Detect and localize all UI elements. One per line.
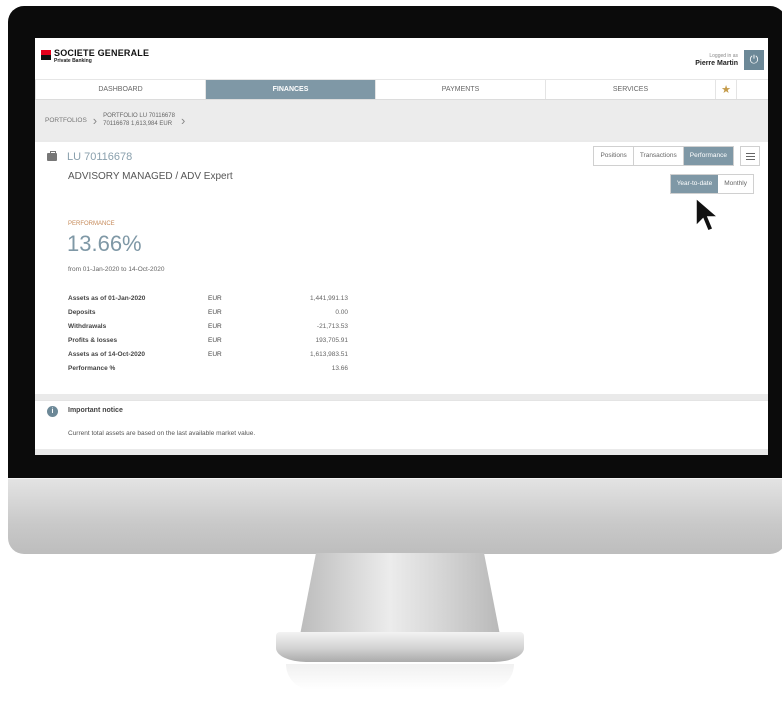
brand-logo[interactable]: SOCIETE GENERALE Private Banking (41, 48, 149, 64)
table-row: Profits & losses EUR 193,705.91 (68, 333, 348, 347)
info-icon: i (47, 406, 58, 417)
breadcrumb-portfolios[interactable]: PORTFOLIOS (45, 117, 87, 124)
row-currency: EUR (208, 308, 222, 316)
performance-value: 13.66% (67, 231, 142, 256)
row-amount: 0.00 (335, 308, 348, 316)
account-header: LU 70116678 (47, 151, 132, 163)
tab-dashboard[interactable]: DASHBOARD (35, 80, 205, 99)
star-icon: ★ (721, 84, 731, 96)
login-label: Logged in as (709, 53, 738, 59)
row-currency: EUR (208, 322, 222, 330)
notice-title: Important notice (68, 407, 123, 414)
row-currency: EUR (208, 336, 222, 344)
brand-logo-mark (41, 50, 51, 60)
login-user: Pierre Martin (695, 60, 738, 67)
chevron-right-icon: › (92, 112, 98, 128)
row-amount: 193,705.91 (315, 336, 348, 344)
hamburger-icon (745, 152, 755, 154)
tab-performance[interactable]: Performance (682, 147, 733, 165)
tab-year-to-date[interactable]: Year-to-date (670, 175, 719, 193)
performance-label: PERFORMANCE (68, 221, 115, 227)
stand-reflection (286, 664, 514, 690)
row-label: Profits & losses (68, 336, 118, 344)
table-row: Performance % 13.66 (68, 361, 348, 375)
brand-name: SOCIETE GENERALE (54, 48, 150, 58)
tab-monthly[interactable]: Monthly (718, 175, 753, 193)
power-icon: ⏻ (749, 54, 759, 66)
performance-card: LU 70116678 ADVISORY MANAGED / ADV Exper… (35, 142, 768, 394)
tab-finances[interactable]: FINANCES (205, 80, 375, 99)
table-row: Withdrawals EUR -21,713.53 (68, 319, 348, 333)
row-label: Withdrawals (68, 322, 107, 330)
important-notice: i Important notice Current total assets … (35, 400, 768, 449)
row-amount: 13.66 (331, 364, 348, 372)
tab-transactions[interactable]: Transactions (632, 147, 683, 165)
row-amount: -21,713.53 (316, 322, 348, 330)
row-label: Deposits (68, 308, 96, 316)
row-label: Assets as of 01-Jan-2020 (68, 294, 146, 302)
row-amount: 1,613,983.51 (310, 350, 348, 358)
monitor-stand-base (276, 632, 524, 662)
table-row: Assets as of 01-Jan-2020 EUR 1,441,991.1… (68, 291, 348, 305)
menu-button[interactable] (740, 146, 760, 166)
view-tabs: Positions Transactions Performance (593, 146, 734, 166)
table-row: Assets as of 14-Oct-2020 EUR 1,613,983.5… (68, 347, 348, 361)
top-bar: SOCIETE GENERALE Private Banking Logged … (35, 38, 768, 80)
breadcrumb: PORTFOLIOS › PORTFOLIO LU 70116678 70116… (35, 100, 768, 140)
row-label: Assets as of 14-Oct-2020 (68, 350, 145, 358)
login-info: Logged in as Pierre Martin (695, 53, 738, 67)
period-tabs: Year-to-date Monthly (669, 174, 754, 194)
logout-button[interactable]: ⏻ (744, 50, 764, 70)
monitor-stand (300, 553, 500, 635)
monitor-chin (8, 478, 782, 554)
account-id: LU 70116678 (67, 151, 133, 163)
breadcrumb-portfolio-name: PORTFOLIO LU 70116678 (103, 113, 175, 119)
tab-services[interactable]: SERVICES (545, 80, 715, 99)
tab-positions[interactable]: Positions (594, 147, 633, 165)
performance-table: Assets as of 01-Jan-2020 EUR 1,441,991.1… (68, 291, 348, 375)
row-amount: 1,441,991.13 (310, 294, 348, 302)
row-currency: EUR (208, 294, 222, 302)
main-nav: DASHBOARD FINANCES PAYMENTS SERVICES ★ (35, 80, 768, 100)
mouse-cursor-icon (695, 196, 721, 232)
breadcrumb-portfolio[interactable]: PORTFOLIO LU 70116678 70116678 1,613,984… (103, 112, 175, 128)
row-label: Performance % (68, 364, 116, 372)
chevron-right-icon: › (180, 112, 186, 128)
favorites-button[interactable]: ★ (715, 80, 737, 99)
breadcrumb-portfolio-value: 70116678 1,613,984 EUR (103, 121, 173, 127)
screen: SOCIETE GENERALE Private Banking Logged … (35, 38, 768, 455)
performance-range: from 01-Jan-2020 to 14-Oct-2020 (68, 266, 165, 273)
table-row: Deposits EUR 0.00 (68, 305, 348, 319)
account-type: ADVISORY MANAGED / ADV Expert (68, 171, 233, 182)
tab-payments[interactable]: PAYMENTS (375, 80, 545, 99)
briefcase-icon (47, 151, 57, 161)
brand-subtitle: Private Banking (54, 58, 92, 64)
row-currency: EUR (208, 350, 222, 358)
notice-text: Current total assets are based on the la… (68, 430, 256, 437)
